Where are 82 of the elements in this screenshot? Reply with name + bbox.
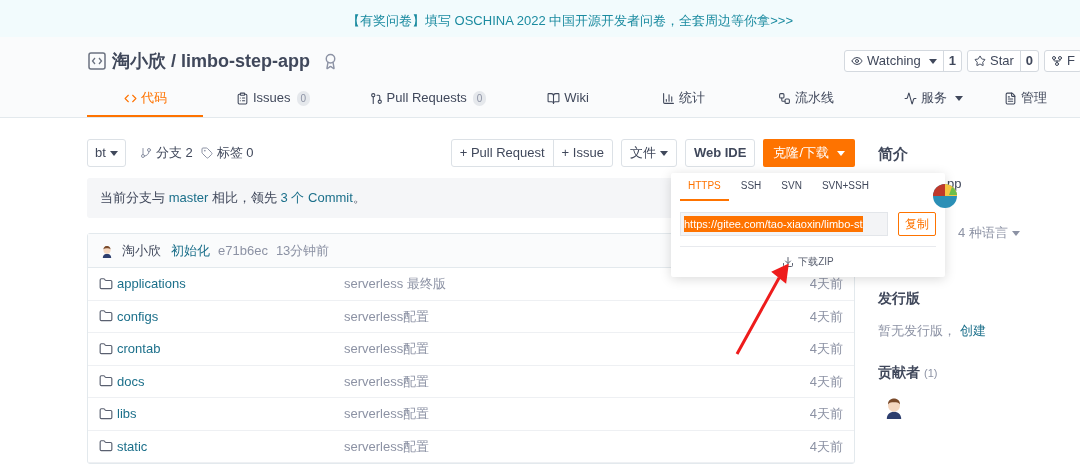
- file-name[interactable]: crontab: [117, 339, 344, 359]
- file-time: 4天前: [809, 307, 843, 326]
- caret-icon: [837, 150, 845, 156]
- file-name[interactable]: static: [117, 436, 344, 456]
- file-time: 4天前: [809, 340, 843, 358]
- repo-action-button[interactable]: Star 0: [966, 50, 1040, 72]
- commit-message[interactable]: serverless配置: [344, 404, 430, 424]
- file-name[interactable]: applications: [117, 274, 344, 294]
- download-zip-link[interactable]: 下载ZIP: [798, 254, 834, 269]
- commit-time: 13分钟前: [275, 241, 330, 260]
- repo-action-button[interactable]: Watching 1: [844, 50, 962, 72]
- eye-icon: [851, 55, 863, 67]
- section-title: 发行版: [878, 288, 921, 308]
- caret-icon: [659, 150, 668, 156]
- count-label: 1: [942, 51, 961, 71]
- folder-icon: [99, 341, 113, 356]
- protocol-tab[interactable]: SVN: [773, 178, 810, 201]
- folder-icon: [99, 309, 113, 324]
- commit-message[interactable]: serverless配置: [344, 371, 430, 391]
- web-ide-button[interactable]: Web IDE: [684, 139, 756, 167]
- list-icon: [235, 91, 249, 105]
- nav-tab[interactable]: 管理: [998, 81, 1058, 117]
- count-badge: 0: [472, 90, 487, 106]
- commit-message[interactable]: serverless配置: [344, 339, 430, 359]
- nav-tab[interactable]: 流水线: [743, 81, 868, 117]
- branch-select[interactable]: bt: [87, 139, 126, 167]
- releases-text: 暂无发行版，: [878, 322, 956, 338]
- branches-link[interactable]: 分支 2: [155, 143, 193, 163]
- nav-tab[interactable]: Pull Requests 0: [343, 81, 513, 117]
- create-release-link[interactable]: 创建: [959, 322, 986, 338]
- caret-icon: [1011, 231, 1020, 237]
- bar-chart-icon: [661, 91, 675, 105]
- book-icon: [547, 91, 561, 105]
- nav-tab[interactable]: Wiki: [513, 81, 623, 117]
- commit-author[interactable]: 淘小欣: [122, 240, 161, 261]
- repository-title[interactable]: 淘小欣 / limbo-step-app: [112, 47, 311, 75]
- repo-action-button[interactable]: F: [1044, 50, 1080, 72]
- file-time: 4天前: [809, 437, 843, 456]
- pulse-icon: [903, 91, 917, 105]
- pipeline-icon: [777, 91, 791, 105]
- download-icon: [782, 255, 795, 268]
- commit-message[interactable]: serverless配置: [344, 436, 430, 456]
- section-title: 简介: [878, 144, 909, 164]
- section-title: 贡献者: [878, 363, 920, 382]
- pull-request-icon: [369, 91, 383, 105]
- commit-message[interactable]: serverless 最终版: [344, 274, 446, 294]
- star-icon: [973, 55, 986, 67]
- document-icon: [1004, 91, 1017, 105]
- nav-tab[interactable]: 服务: [868, 81, 998, 117]
- file-name[interactable]: configs: [117, 306, 344, 326]
- folder-icon: [99, 276, 113, 291]
- caret-icon: [109, 150, 118, 156]
- commit-link[interactable]: 3 个 Commit: [280, 190, 353, 206]
- languages-text[interactable]: 4 种语言: [958, 223, 1008, 243]
- commit-hash[interactable]: e71b6ec: [218, 240, 268, 261]
- file-name[interactable]: docs: [117, 371, 344, 391]
- folder-icon: [99, 439, 113, 454]
- nav-tab[interactable]: 统计: [623, 81, 743, 117]
- file-name[interactable]: libs: [117, 404, 344, 424]
- tags-link[interactable]: 标签 0: [216, 143, 254, 163]
- file-time: 4天前: [809, 275, 843, 293]
- avatar-icon: [100, 243, 114, 258]
- folder-icon: [99, 374, 113, 389]
- new-issue-button[interactable]: + Issue: [552, 140, 612, 166]
- commit-message[interactable]: serverless配置: [344, 306, 430, 326]
- commit-message[interactable]: 初始化: [171, 240, 210, 261]
- fork-icon: [1051, 55, 1064, 67]
- contributor-count: (1): [924, 366, 938, 381]
- count-badge: 0: [296, 90, 311, 106]
- master-link[interactable]: master: [168, 190, 209, 206]
- file-menu-button[interactable]: 文件: [620, 139, 677, 167]
- file-time: 4天前: [809, 405, 843, 423]
- announcement-banner[interactable]: 【有奖问卷】填写 OSCHINA 2022 中国开源开发者问卷，全套周边等你拿>>>: [0, 0, 1080, 37]
- tag-icon: [200, 147, 213, 159]
- folder-icon: [99, 406, 113, 421]
- protocol-tab[interactable]: SSH: [732, 178, 770, 201]
- count-label: 0: [1019, 51, 1039, 71]
- nav-tab[interactable]: Issues 0: [203, 81, 343, 117]
- repository-icon: [88, 52, 106, 70]
- branch-icon: [139, 147, 152, 159]
- new-pull-request-button[interactable]: + Pull Request: [451, 140, 553, 166]
- file-time: 4天前: [809, 372, 843, 391]
